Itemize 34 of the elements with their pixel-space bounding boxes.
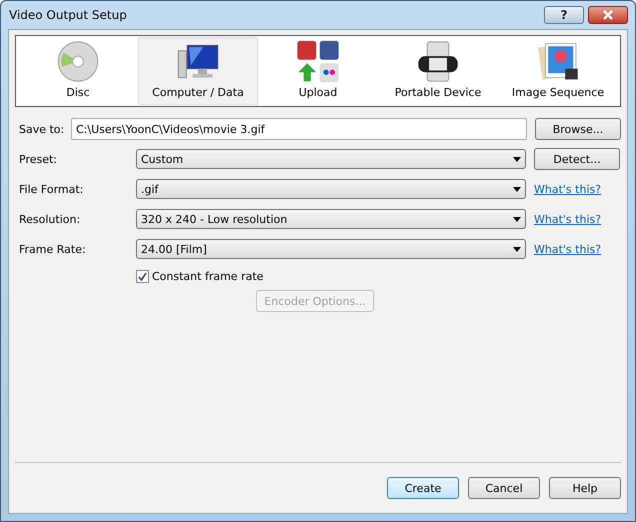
checkmark-icon (138, 272, 147, 280)
dropdown-arrow-icon (513, 156, 521, 162)
category-tab[interactable]: Portable Device (378, 37, 498, 105)
checkbox[interactable] (136, 270, 149, 282)
category-tab[interactable]: Upload (258, 37, 378, 105)
help-link[interactable]: What's this? (534, 182, 602, 196)
window-title: Video Output Setup (8, 8, 128, 22)
dialog-button[interactable]: Create (387, 477, 459, 499)
save-to-label: Save to: (19, 122, 66, 136)
help-link[interactable]: What's this? (534, 242, 602, 256)
dropdown-arrow-icon (513, 246, 521, 252)
dropdown[interactable]: 24.00 [Film] (136, 239, 526, 259)
category-tab[interactable]: Image Sequence (498, 37, 618, 105)
browse-button[interactable]: Browse... (535, 118, 621, 140)
category-tab[interactable]: Disc (18, 37, 138, 105)
close-button[interactable] (588, 6, 628, 24)
checkbox-label: Constant frame rate (152, 270, 264, 282)
help-button[interactable]: ? (544, 6, 584, 24)
close-icon (602, 10, 614, 20)
field-label: Resolution: (19, 212, 82, 226)
help-link[interactable]: What's this? (534, 212, 602, 226)
dialog-button[interactable]: Help (549, 477, 621, 499)
detect-button[interactable]: Detect... (534, 148, 620, 170)
dropdown-arrow-icon (513, 216, 521, 222)
dropdown[interactable]: 320 x 240 - Low resolution (136, 209, 526, 229)
dropdown[interactable]: Custom (136, 149, 526, 169)
dropdown[interactable]: .gif (136, 179, 526, 199)
field-label: Preset: (19, 152, 58, 166)
field-label: File Format: (19, 182, 84, 196)
field-label: Frame Rate: (19, 242, 87, 256)
path-field[interactable]: C:\Users\YoonC\Videos\movie 3.gif (71, 118, 527, 140)
category-tab[interactable]: Computer / Data (138, 37, 258, 105)
dropdown-arrow-icon (513, 186, 521, 192)
dialog-button[interactable]: Cancel (468, 477, 540, 499)
